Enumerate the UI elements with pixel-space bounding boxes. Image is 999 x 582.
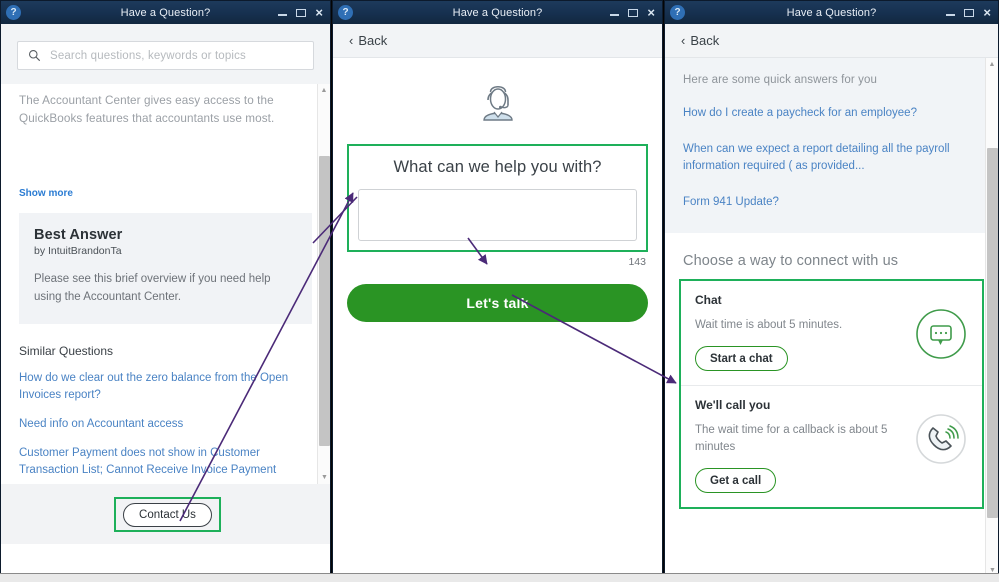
chat-wait-time: Wait time is about 5 minutes. — [695, 319, 843, 331]
connect-options-highlight: Chat Wait time is about 5 minutes. Start… — [679, 279, 984, 509]
list-item[interactable]: How do we clear out the zero balance fro… — [19, 370, 312, 404]
list-item[interactable]: How do I create a paycheck for an employ… — [683, 105, 980, 122]
scrollbar-thumb[interactable] — [319, 156, 330, 446]
panel-2-body: ‹ Back What can we help you with? 143 Le… — [333, 24, 662, 577]
best-answer-title: Best Answer — [34, 227, 123, 243]
question-title: What can we help you with? — [393, 158, 602, 176]
phone-ringing-icon — [916, 414, 966, 464]
scrollbar-thumb[interactable] — [987, 148, 998, 518]
titlebar: ? Have a Question? × — [1, 1, 330, 24]
window-panel-3: ? Have a Question? × ‹ Back Here are som… — [664, 0, 999, 578]
get-a-call-button[interactable]: Get a call — [695, 468, 777, 493]
search-placeholder: Search questions, keywords or topics — [50, 49, 246, 62]
close-icon[interactable]: × — [983, 6, 991, 19]
panel-1-body: Search questions, keywords or topics The… — [1, 24, 330, 577]
panel-1-scroll-region: The Accountant Center gives easy access … — [1, 84, 330, 484]
callback-option-card: We'll call you The wait time for a callb… — [681, 385, 982, 507]
best-answer-body: Please see this brief overview if you ne… — [34, 273, 271, 303]
list-item[interactable]: Need info on Accountant access — [19, 416, 312, 433]
scroll-up-icon[interactable]: ▲ — [318, 84, 330, 97]
window-panel-2: ? Have a Question? × ‹ Back What can we … — [332, 0, 663, 578]
start-a-chat-button[interactable]: Start a chat — [695, 346, 788, 371]
back-label: Back — [690, 33, 720, 48]
screenshot-root: ? Have a Question? × Search questions, k… — [0, 0, 999, 582]
connect-heading: Choose a way to connect with us — [683, 253, 899, 269]
chat-bubble-icon — [916, 309, 966, 359]
panel-1-footer: Contact Us — [1, 484, 330, 544]
panel-3-scroll-region: Here are some quick answers for you How … — [665, 58, 998, 577]
maximize-icon[interactable] — [296, 8, 307, 17]
back-label: Back — [358, 33, 388, 48]
panel-2-main: What can we help you with? 143 Let's tal… — [333, 58, 662, 577]
chat-option-card: Chat Wait time is about 5 minutes. Start… — [681, 281, 982, 385]
vertical-scrollbar[interactable]: ▲ ▼ — [985, 58, 998, 577]
show-more-link[interactable]: Show more — [19, 188, 312, 199]
headset-agent-icon — [482, 86, 513, 121]
chat-option-title: Chat — [695, 293, 722, 307]
titlebar: ? Have a Question? × — [665, 1, 998, 24]
titlebar: ? Have a Question? × — [333, 1, 662, 24]
close-icon[interactable]: × — [315, 6, 323, 19]
chevron-left-icon: ‹ — [681, 33, 686, 48]
close-icon[interactable]: × — [647, 6, 655, 19]
list-item[interactable]: Customer Payment does not show in Custom… — [19, 445, 312, 479]
article-text: The Accountant Center gives easy access … — [19, 94, 275, 125]
window-controls: × — [610, 6, 655, 19]
callback-wait-time: The wait time for a callback is about 5 … — [695, 424, 888, 453]
best-answer-card: Best Answer by IntuitBrandonTa Please se… — [19, 213, 312, 324]
maximize-icon[interactable] — [964, 8, 975, 17]
back-button[interactable]: ‹ Back — [665, 24, 998, 58]
taskbar — [0, 573, 999, 582]
scroll-up-icon[interactable]: ▲ — [986, 58, 998, 71]
window-controls: × — [278, 6, 323, 19]
list-item[interactable]: When can we expect a report detailing al… — [683, 141, 980, 175]
back-button[interactable]: ‹ Back — [333, 24, 662, 58]
scroll-down-icon[interactable]: ▼ — [318, 471, 330, 484]
contact-us-button[interactable]: Contact Us — [123, 503, 212, 527]
quick-answers-intro: Here are some quick answers for you — [683, 74, 877, 86]
callback-option-title: We'll call you — [695, 398, 771, 412]
window-controls: × — [946, 6, 991, 19]
similar-questions-heading: Similar Questions — [19, 344, 114, 358]
best-answer-author: by IntuitBrandonTa — [34, 245, 122, 257]
search-icon — [29, 50, 41, 62]
window-panel-1: ? Have a Question? × Search questions, k… — [0, 0, 331, 578]
character-counter: 143 — [628, 256, 646, 268]
chevron-left-icon: ‹ — [349, 33, 354, 48]
vertical-scrollbar[interactable]: ▲ ▼ — [317, 84, 330, 484]
question-textarea[interactable] — [358, 189, 637, 241]
minimize-icon[interactable] — [610, 13, 620, 16]
search-area: Search questions, keywords or topics — [1, 24, 330, 84]
minimize-icon[interactable] — [278, 13, 288, 16]
minimize-icon[interactable] — [946, 13, 956, 16]
quick-answers-block: Here are some quick answers for you How … — [665, 58, 998, 233]
panel-3-body: ‹ Back Here are some quick answers for y… — [665, 24, 998, 577]
search-input[interactable]: Search questions, keywords or topics — [17, 41, 314, 70]
list-item[interactable]: Form 941 Update? — [683, 194, 980, 211]
lets-talk-button[interactable]: Let's talk — [347, 284, 648, 322]
maximize-icon[interactable] — [628, 8, 639, 17]
question-highlight: What can we help you with? — [347, 144, 648, 252]
